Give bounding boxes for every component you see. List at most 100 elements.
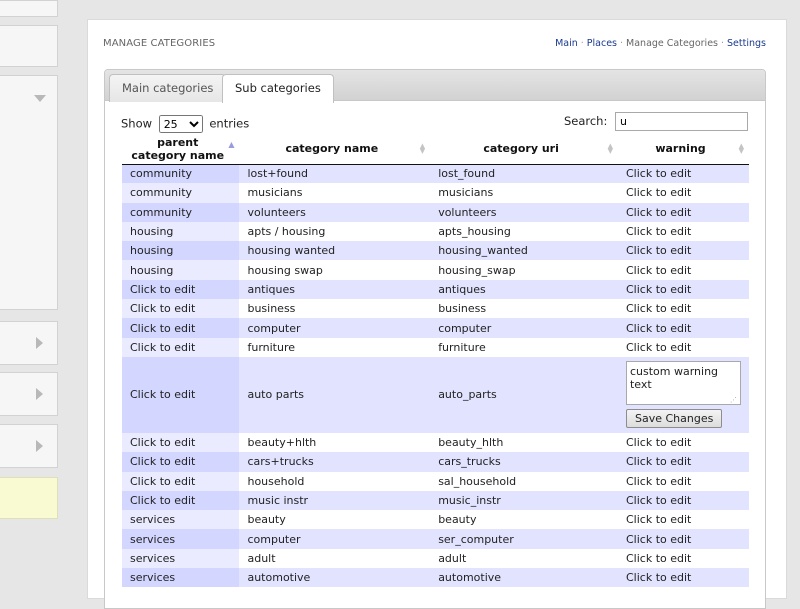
cell-warning[interactable]: Click to edit <box>617 452 749 472</box>
sidebar-panel-collapsed[interactable] <box>0 321 58 365</box>
cell-name[interactable]: business <box>239 299 431 319</box>
cell-name[interactable]: antiques <box>239 279 431 300</box>
cell-uri[interactable]: apts_housing <box>430 221 618 242</box>
cell-parent[interactable]: services <box>122 529 240 549</box>
warning-textarea[interactable]: custom warning text <box>625 361 741 406</box>
table-row: Click to edit antiques antiques Click to… <box>122 279 749 300</box>
cell-name[interactable]: music instr <box>239 490 431 511</box>
breadcrumb-places[interactable]: Places <box>587 38 617 49</box>
cell-name[interactable]: lost+found <box>239 164 431 184</box>
column-header-parent[interactable]: parent category name ▲ <box>122 134 240 165</box>
cell-name[interactable]: housing wanted <box>239 241 431 261</box>
cell-name[interactable]: household <box>239 471 431 491</box>
column-header-name[interactable]: category name ▲ ▼ <box>239 134 431 165</box>
cell-warning[interactable]: Click to edit <box>617 490 749 511</box>
cell-parent[interactable]: Click to edit <box>122 490 240 511</box>
cell-parent[interactable]: Click to edit <box>122 299 240 319</box>
cell-name[interactable]: adult <box>239 548 431 569</box>
cell-uri[interactable]: sal_household <box>430 471 618 491</box>
cell-uri[interactable]: beauty <box>430 510 618 530</box>
sidebar-panel-collapsible[interactable] <box>0 75 58 310</box>
cell-uri[interactable]: automotive <box>430 568 618 588</box>
sidebar-panel-collapsed[interactable] <box>0 372 58 416</box>
search-input[interactable] <box>615 112 748 131</box>
cell-warning[interactable]: Click to edit <box>617 318 749 338</box>
cell-uri[interactable]: adult <box>430 548 618 569</box>
cell-uri[interactable]: lost_found <box>430 164 618 184</box>
cell-uri[interactable]: musicians <box>430 183 618 203</box>
cell-parent[interactable]: housing <box>122 260 240 280</box>
cell-parent[interactable]: community <box>122 202 240 222</box>
cell-parent[interactable]: services <box>122 510 240 530</box>
cell-uri[interactable]: computer <box>430 318 618 338</box>
cell-name[interactable]: volunteers <box>239 202 431 222</box>
cell-parent[interactable]: services <box>122 548 240 569</box>
cell-warning[interactable]: Click to edit <box>617 568 749 588</box>
cell-name[interactable]: apts / housing <box>239 221 431 242</box>
cell-warning[interactable]: Click to edit <box>617 548 749 569</box>
cell-uri[interactable]: auto_parts <box>430 356 618 433</box>
breadcrumb-main[interactable]: Main <box>555 38 578 49</box>
breadcrumb-settings[interactable]: Settings <box>727 38 766 49</box>
sidebar-panel[interactable] <box>0 25 58 67</box>
cell-name[interactable]: auto parts <box>239 356 431 433</box>
cell-name[interactable]: computer <box>239 318 431 338</box>
cell-warning[interactable]: Click to edit <box>617 432 749 453</box>
cell-uri[interactable]: cars_trucks <box>430 452 618 472</box>
cell-parent[interactable]: services <box>122 568 240 588</box>
cell-parent[interactable]: Click to edit <box>122 279 240 300</box>
column-header-warning[interactable]: warning ▲ ▼ <box>617 134 749 165</box>
cell-warning[interactable]: Click to edit <box>617 510 749 530</box>
cell-parent[interactable]: Click to edit <box>122 356 240 433</box>
cell-name[interactable]: automotive <box>239 568 431 588</box>
chevron-right-icon[interactable] <box>36 388 43 400</box>
cell-parent[interactable]: housing <box>122 241 240 261</box>
cell-uri[interactable]: beauty_hlth <box>430 432 618 453</box>
cell-name[interactable]: beauty <box>239 510 431 530</box>
cell-name[interactable]: furniture <box>239 337 431 357</box>
cell-warning[interactable]: Click to edit <box>617 183 749 203</box>
cell-uri[interactable]: antiques <box>430 279 618 300</box>
cell-parent[interactable]: housing <box>122 221 240 242</box>
cell-warning[interactable]: Click to edit <box>617 471 749 491</box>
cell-name[interactable]: housing swap <box>239 260 431 280</box>
cell-parent[interactable]: Click to edit <box>122 318 240 338</box>
entries-select[interactable]: 25 <box>158 115 203 133</box>
tab-main-categories[interactable]: Main categories <box>109 74 227 102</box>
cell-parent[interactable]: Click to edit <box>122 452 240 472</box>
column-header-uri[interactable]: category uri ▲ ▼ <box>430 134 618 165</box>
cell-uri[interactable]: music_instr <box>430 490 618 511</box>
cell-parent[interactable]: community <box>122 164 240 184</box>
cell-parent[interactable]: Click to edit <box>122 471 240 491</box>
cell-uri[interactable]: housing_wanted <box>430 241 618 261</box>
cell-warning[interactable]: Click to edit <box>617 202 749 222</box>
chevron-right-icon[interactable] <box>36 440 43 452</box>
cell-warning[interactable]: Click to edit <box>617 260 749 280</box>
cell-uri[interactable]: business <box>430 299 618 319</box>
cell-uri[interactable]: furniture <box>430 337 618 357</box>
cell-name[interactable]: musicians <box>239 183 431 203</box>
cell-name[interactable]: computer <box>239 529 431 549</box>
cell-warning[interactable]: Click to edit <box>617 241 749 261</box>
sidebar-panel-collapsed[interactable] <box>0 424 58 468</box>
save-changes-button[interactable]: Save Changes <box>625 409 723 429</box>
cell-warning[interactable]: Click to edit <box>617 337 749 357</box>
chevron-down-icon[interactable] <box>34 95 46 102</box>
chevron-right-icon[interactable] <box>36 337 43 349</box>
cell-warning[interactable]: Click to edit <box>617 529 749 549</box>
cell-parent[interactable]: community <box>122 183 240 203</box>
cell-warning[interactable]: Click to edit <box>617 299 749 319</box>
tab-sub-categories[interactable]: Sub categories <box>222 74 334 103</box>
cell-uri[interactable]: housing_swap <box>430 260 618 280</box>
resize-grip-icon[interactable]: ⋰ <box>730 396 737 404</box>
cell-name[interactable]: cars+trucks <box>239 452 431 472</box>
entries-length-control: Show 25 entries <box>121 115 249 133</box>
cell-uri[interactable]: ser_computer <box>430 529 618 549</box>
cell-uri[interactable]: volunteers <box>430 202 618 222</box>
cell-warning[interactable]: Click to edit <box>617 164 749 184</box>
cell-name[interactable]: beauty+hlth <box>239 432 431 453</box>
cell-parent[interactable]: Click to edit <box>122 337 240 357</box>
cell-warning[interactable]: Click to edit <box>617 279 749 300</box>
cell-parent[interactable]: Click to edit <box>122 432 240 453</box>
cell-warning[interactable]: Click to edit <box>617 221 749 242</box>
